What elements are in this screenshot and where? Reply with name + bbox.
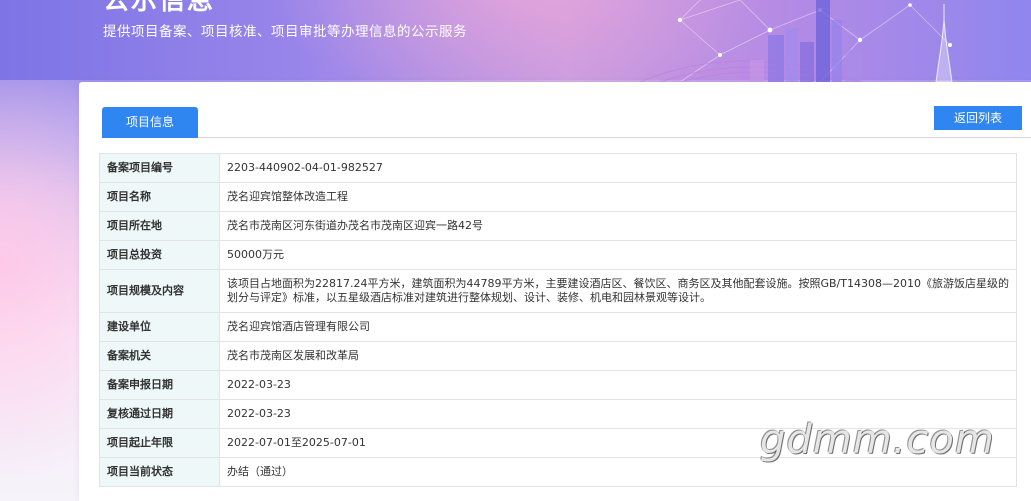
- table-row: 项目当前状态 办结（通过）: [99, 457, 1017, 487]
- row-label: 建设单位: [99, 312, 220, 342]
- row-label: 备案项目编号: [99, 153, 220, 183]
- table-row: 备案申报日期 2022-03-23: [99, 370, 1017, 400]
- row-value: 50000万元: [219, 240, 1017, 270]
- project-info-table: 备案项目编号 2203-440902-04-01-982527 项目名称 茂名迎…: [99, 153, 1017, 487]
- row-value: 2022-03-23: [219, 370, 1017, 400]
- row-value: 2022-07-01至2025-07-01: [219, 428, 1017, 458]
- row-value: 茂名市茂南区发展和改革局: [219, 341, 1017, 371]
- table-row: 建设单位 茂名迎宾馆酒店管理有限公司: [99, 312, 1017, 342]
- back-to-list-button[interactable]: 返回列表: [934, 106, 1022, 130]
- row-value: 2022-03-23: [219, 399, 1017, 429]
- table-row: 复核通过日期 2022-03-23: [99, 399, 1017, 429]
- row-label: 项目名称: [99, 182, 220, 212]
- row-label: 项目规模及内容: [99, 269, 220, 313]
- row-value: 茂名迎宾馆酒店管理有限公司: [219, 312, 1017, 342]
- page-subtitle: 提供项目备案、项目核准、项目审批等办理信息的公示服务: [103, 24, 467, 40]
- table-row: 项目总投资 50000万元: [99, 240, 1017, 270]
- table-row: 项目起止年限 2022-07-01至2025-07-01: [99, 428, 1017, 458]
- table-row: 备案机关 茂名市茂南区发展和改革局: [99, 341, 1017, 371]
- row-label: 备案申报日期: [99, 370, 220, 400]
- table-row: 备案项目编号 2203-440902-04-01-982527: [99, 153, 1017, 183]
- row-label: 复核通过日期: [99, 399, 220, 429]
- row-label: 备案机关: [99, 341, 220, 371]
- row-label: 项目总投资: [99, 240, 220, 270]
- row-value: 办结（通过）: [219, 457, 1017, 487]
- row-value: 茂名市茂南区河东街道办茂名市茂南区迎宾一路42号: [219, 211, 1017, 241]
- row-value: 2203-440902-04-01-982527: [219, 153, 1017, 183]
- tab-bar: 项目信息: [102, 106, 1031, 138]
- page-title: 公示信息: [103, 0, 216, 16]
- row-label: 项目当前状态: [99, 457, 220, 487]
- project-info-card: 项目信息 返回列表 备案项目编号 2203-440902-04-01-98252…: [79, 82, 1031, 501]
- row-label: 项目起止年限: [99, 428, 220, 458]
- table-row: 项目名称 茂名迎宾馆整体改造工程: [99, 182, 1017, 212]
- table-row: 项目所在地 茂名市茂南区河东街道办茂名市茂南区迎宾一路42号: [99, 211, 1017, 241]
- row-value: 该项目占地面积为22817.24平方米，建筑面积为44789平方米，主要建设酒店…: [219, 269, 1017, 313]
- tab-project-info[interactable]: 项目信息: [102, 107, 198, 138]
- row-value: 茂名迎宾馆整体改造工程: [219, 182, 1017, 212]
- table-row: 项目规模及内容 该项目占地面积为22817.24平方米，建筑面积为44789平方…: [99, 269, 1017, 313]
- row-label: 项目所在地: [99, 211, 220, 241]
- city-skyline-illustration: [639, 0, 953, 82]
